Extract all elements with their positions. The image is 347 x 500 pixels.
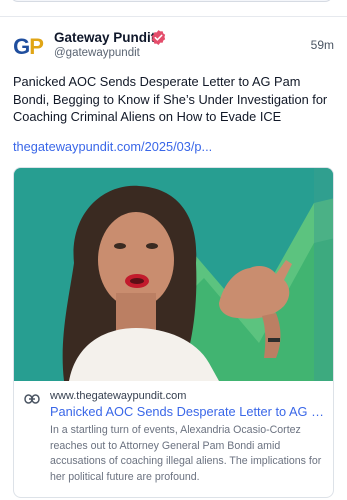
avatar[interactable]: GP	[13, 32, 44, 62]
post-text: Panicked AOC Sends Desperate Letter to A…	[13, 74, 328, 124]
author-name[interactable]: Gateway Pundit	[54, 30, 155, 45]
link-preview-card[interactable]: www.thegatewaypundit.com Panicked AOC Se…	[13, 167, 334, 498]
card-domain: www.thegatewaypundit.com	[50, 390, 187, 402]
card-meta: www.thegatewaypundit.com Panicked AOC Se…	[14, 381, 333, 497]
card-description: In a startling turn of events, Alexandri…	[50, 424, 322, 483]
post-timestamp[interactable]: 59m	[311, 38, 334, 52]
avatar-letter-p: P	[29, 34, 44, 59]
card-title[interactable]: Panicked AOC Sends Desperate Letter to A…	[50, 404, 326, 419]
author-handle[interactable]: @gatewaypundit	[54, 47, 140, 59]
link-icon	[24, 394, 40, 404]
previous-post-card-edge	[10, 0, 333, 2]
verified-badge-icon	[151, 30, 166, 45]
avatar-letter-g: G	[13, 34, 30, 59]
divider	[0, 16, 347, 17]
card-image	[14, 168, 333, 381]
post-link[interactable]: thegatewaypundit.com/2025/03/p...	[13, 139, 212, 154]
